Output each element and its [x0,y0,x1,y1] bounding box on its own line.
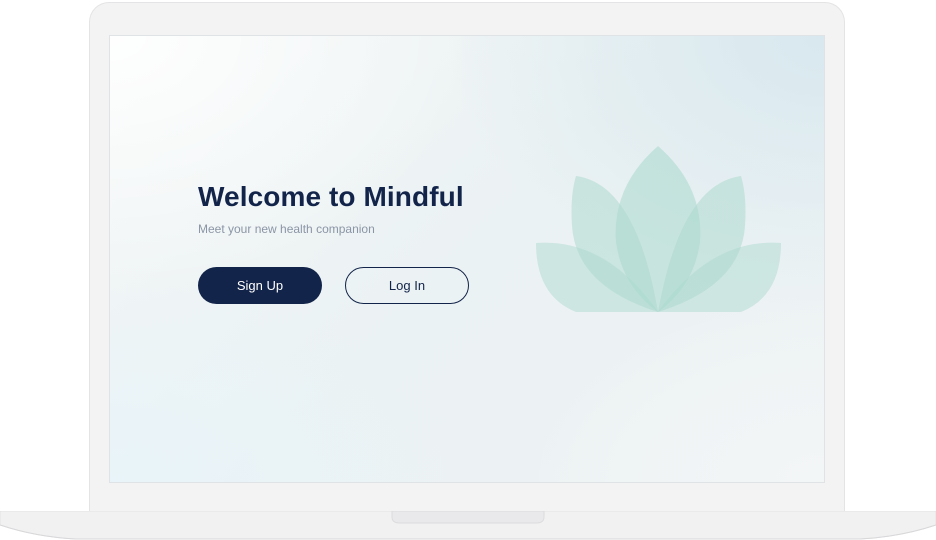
page-title: Welcome to Mindful [198,181,464,212]
laptop-mockup: Welcome to Mindful Meet your new health … [0,0,936,540]
sign-up-button[interactable]: Sign Up [198,267,322,304]
log-in-button[interactable]: Log In [345,267,469,304]
lotus-icon [536,146,781,312]
laptop-notch [391,511,545,524]
app-screen: Welcome to Mindful Meet your new health … [109,35,825,483]
laptop-base [0,511,936,540]
page-subtitle: Meet your new health companion [198,222,375,236]
